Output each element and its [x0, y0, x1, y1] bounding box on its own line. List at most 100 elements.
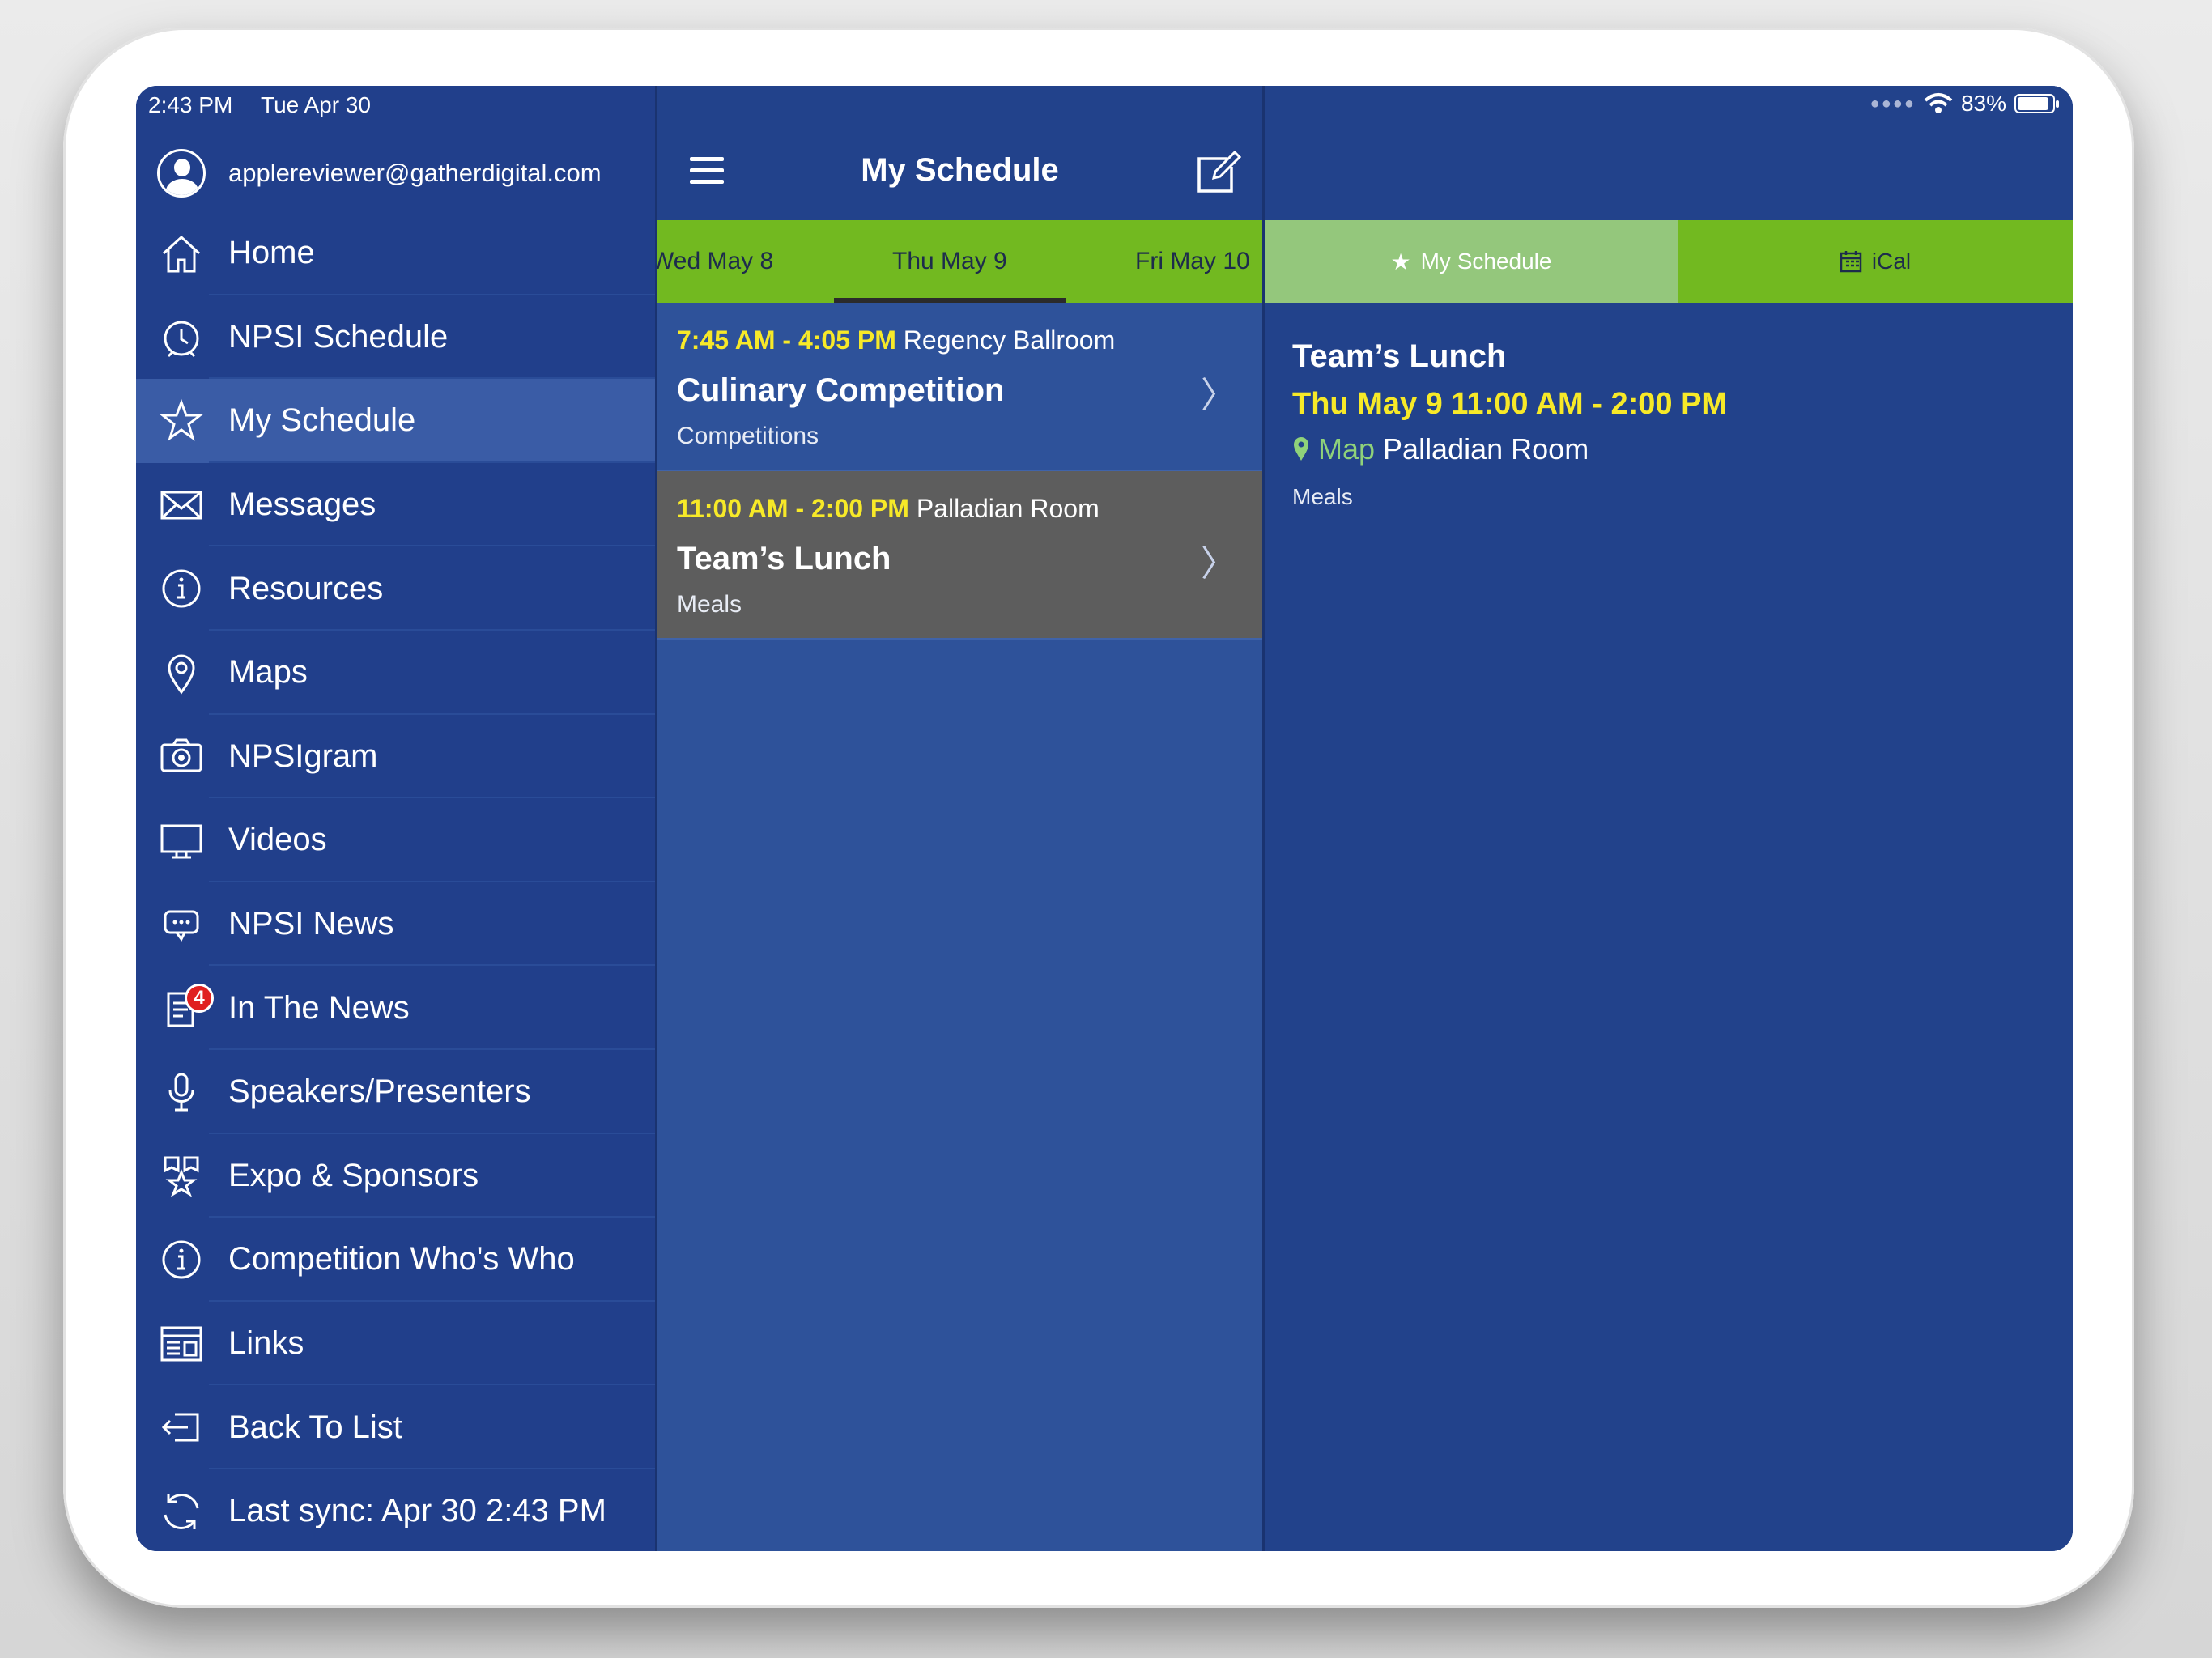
battery-percent: 83%: [1960, 91, 2006, 116]
envelope-icon: [157, 481, 206, 529]
microphone-icon: [157, 1068, 206, 1116]
tab-label: iCal: [1871, 249, 1912, 274]
sidebar-item-my-schedule[interactable]: My Schedule: [136, 379, 655, 463]
event-title: Team’s Lunch: [677, 541, 891, 576]
event-time-line: 11:00 AM - 2:00 PM Palladian Room: [677, 494, 1100, 524]
info-icon: [157, 564, 206, 613]
sidebar-item-competition-whos-who[interactable]: Competition Who's Who: [136, 1218, 655, 1302]
compose-icon[interactable]: [1194, 149, 1241, 196]
event-time: 11:00 AM - 2:00 PM: [677, 494, 909, 523]
map-pin-icon[interactable]: [1292, 436, 1310, 462]
sidebar-item-resources[interactable]: Resources: [136, 546, 655, 631]
day-tab-thu[interactable]: Thu May 9: [834, 220, 1066, 303]
day-tab-fri[interactable]: Fri May 10: [1135, 220, 1250, 303]
event-room: Palladian Room: [916, 494, 1100, 523]
avatar-icon: [157, 149, 206, 198]
sidebar-item-expo-sponsors[interactable]: Expo & Sponsors: [136, 1134, 655, 1218]
detail-datetime: Thu May 9 11:00 AM - 2:00 PM: [1292, 387, 1728, 421]
detail-location: Map Palladian Room: [1292, 432, 1589, 466]
newspaper-icon: 4: [157, 984, 214, 1032]
detail-title: Team’s Lunch: [1292, 338, 1507, 374]
signal-dots-icon: ●●●●: [1870, 94, 1916, 113]
map-pin-icon: [157, 648, 206, 697]
sidebar-item-home[interactable]: Home: [136, 211, 655, 295]
browser-icon: [157, 1320, 206, 1368]
chevron-right-icon: 〉: [1201, 544, 1236, 584]
status-bar: 2:43 PM Tue Apr 30 ●●●● 83%: [136, 86, 2073, 125]
app-screen: 2:43 PM Tue Apr 30 ●●●● 83% applereviewe…: [136, 86, 2073, 1551]
account-row[interactable]: applereviewer@gatherdigital.com: [136, 138, 655, 209]
sidebar-item-label: Competition Who's Who: [228, 1241, 575, 1278]
sidebar-item-label: Speakers/Presenters: [228, 1073, 531, 1110]
event-time: 7:45 AM - 4:05 PM: [677, 325, 896, 355]
sidebar-item-label: Back To List: [228, 1409, 402, 1445]
tab-ical[interactable]: iCal: [1678, 220, 2073, 303]
account-email: applereviewer@gatherdigital.com: [228, 159, 602, 187]
clock-icon: [157, 312, 206, 361]
event-row[interactable]: 11:00 AM - 2:00 PM Palladian Room Team’s…: [657, 471, 1262, 640]
sidebar-item-npsi-schedule[interactable]: NPSI Schedule: [136, 295, 655, 380]
sidebar-item-label: Messages: [228, 487, 376, 523]
sidebar-item-speakers[interactable]: Speakers/Presenters: [136, 1050, 655, 1134]
tab-my-schedule[interactable]: ★ My Schedule: [1265, 220, 1678, 303]
sidebar-item-npsigram[interactable]: NPSIgram: [136, 715, 655, 799]
sidebar-item-label: Resources: [228, 570, 384, 606]
sidebar-menu: Home NPSI Schedule My Schedule Messages: [136, 211, 655, 1551]
day-selector: Wed May 8 Thu May 9 Fri May 10: [657, 220, 1262, 303]
day-tab-wed[interactable]: Wed May 8: [657, 220, 773, 303]
info-icon: [157, 1235, 206, 1284]
sidebar-item-label: In The News: [228, 989, 410, 1026]
sidebar-item-links[interactable]: Links: [136, 1302, 655, 1386]
page-title: My Schedule: [861, 152, 1059, 188]
sidebar-item-videos[interactable]: Videos: [136, 798, 655, 882]
tab-label: My Schedule: [1420, 249, 1552, 274]
status-indicators: ●●●● 83%: [1870, 91, 2059, 117]
status-time: 2:43 PM: [148, 92, 233, 117]
event-category: Competitions: [677, 423, 819, 449]
event-time-line: 7:45 AM - 4:05 PM Regency Ballroom: [677, 325, 1115, 355]
camera-icon: [157, 732, 206, 780]
chevron-right-icon: 〉: [1201, 376, 1236, 415]
home-icon: [157, 229, 206, 278]
event-row[interactable]: 7:45 AM - 4:05 PM Regency Ballroom Culin…: [657, 303, 1262, 471]
chat-icon: [157, 900, 206, 949]
schedule-list-panel: My Schedule Wed May 8 Thu May 9 Fri May …: [657, 86, 1265, 1551]
event-detail-panel: ★ My Schedule iCal Team’s Lunch Thu May …: [1265, 86, 2073, 1551]
map-link[interactable]: Map: [1318, 432, 1375, 466]
sidebar-item-label: Home: [228, 235, 315, 271]
sidebar-item-npsi-news[interactable]: NPSI News: [136, 882, 655, 967]
detail-category: Meals: [1292, 484, 1353, 509]
exit-icon: [157, 1403, 206, 1452]
award-icon: [157, 1151, 206, 1200]
sidebar-item-label: Videos: [228, 822, 327, 858]
sidebar-item-label: Expo & Sponsors: [228, 1157, 479, 1193]
battery-icon: [2014, 94, 2059, 113]
sync-icon: [157, 1487, 206, 1536]
sidebar-item-in-the-news[interactable]: 4 In The News: [136, 966, 655, 1050]
event-category: Meals: [677, 591, 742, 618]
event-room: Regency Ballroom: [903, 325, 1116, 355]
star-icon: ★: [1390, 249, 1411, 274]
notification-badge: 4: [185, 984, 214, 1014]
sidebar-item-label: Links: [228, 1325, 304, 1362]
sidebar-item-last-sync[interactable]: Last sync: Apr 30 2:43 PM: [136, 1469, 655, 1551]
sidebar-item-label: Maps: [228, 654, 308, 691]
sidebar-item-label: NPSI News: [228, 906, 394, 942]
sidebar-item-label: NPSI Schedule: [228, 318, 449, 355]
calendar-icon: [1840, 251, 1862, 273]
detail-room: Palladian Room: [1383, 432, 1589, 466]
sidebar: applereviewer@gatherdigital.com Home NPS…: [136, 86, 657, 1551]
sidebar-item-messages[interactable]: Messages: [136, 463, 655, 547]
status-date: Tue Apr 30: [261, 92, 371, 117]
sidebar-item-maps[interactable]: Maps: [136, 631, 655, 715]
sidebar-item-label: My Schedule: [228, 402, 416, 439]
sidebar-item-label: Last sync: Apr 30 2:43 PM: [228, 1493, 606, 1529]
wifi-icon: [1924, 93, 1953, 113]
star-icon: [157, 397, 206, 445]
sidebar-item-back-to-list[interactable]: Back To List: [136, 1385, 655, 1469]
event-list: 7:45 AM - 4:05 PM Regency Ballroom Culin…: [657, 303, 1262, 640]
event-title: Culinary Competition: [677, 372, 1005, 408]
sidebar-item-label: NPSIgram: [228, 738, 378, 774]
monitor-icon: [157, 816, 206, 865]
detail-tabs: ★ My Schedule iCal: [1265, 220, 2073, 303]
